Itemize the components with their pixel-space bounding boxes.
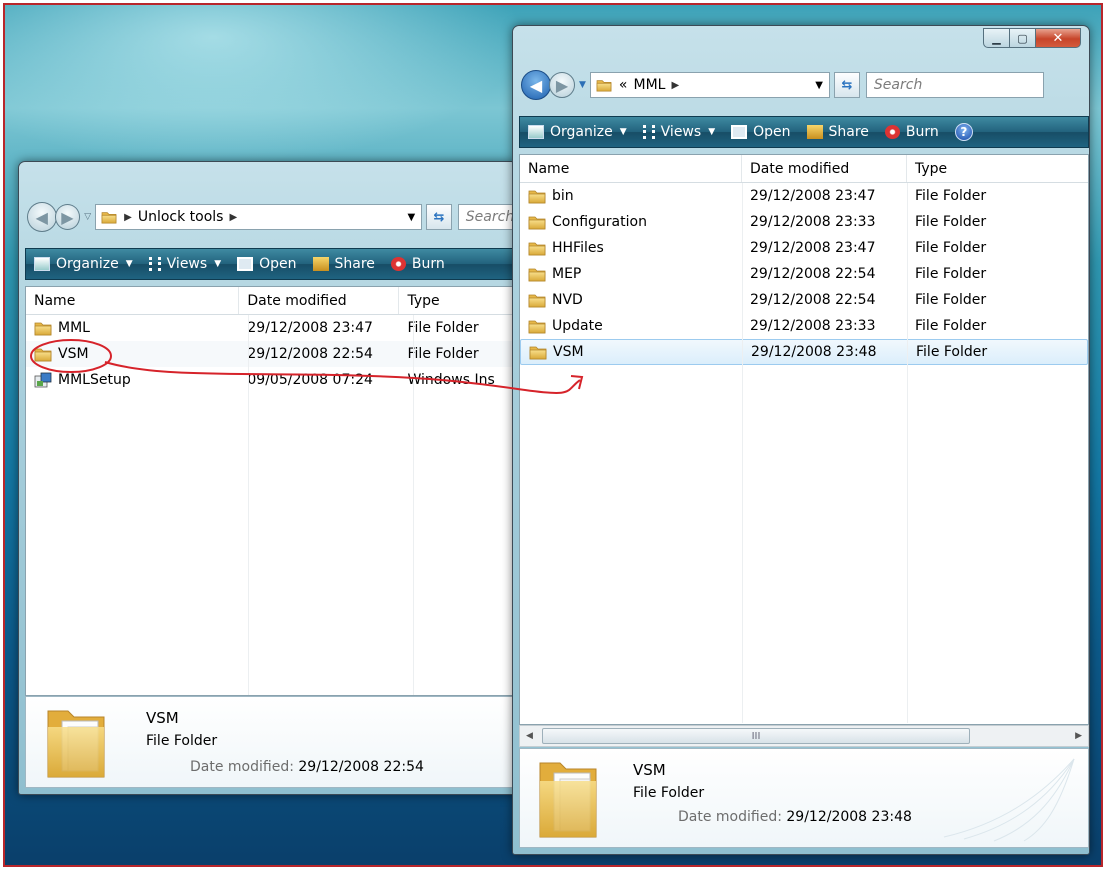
- annotation-circle: [30, 339, 112, 373]
- desktop-background: ◀ ▶ ▽ ▶ Unlock tools ▶ ▼ ⇆ Search Organi…: [3, 3, 1103, 867]
- drag-annotation: [30, 339, 584, 394]
- annotation-arrow-line: [104, 361, 581, 394]
